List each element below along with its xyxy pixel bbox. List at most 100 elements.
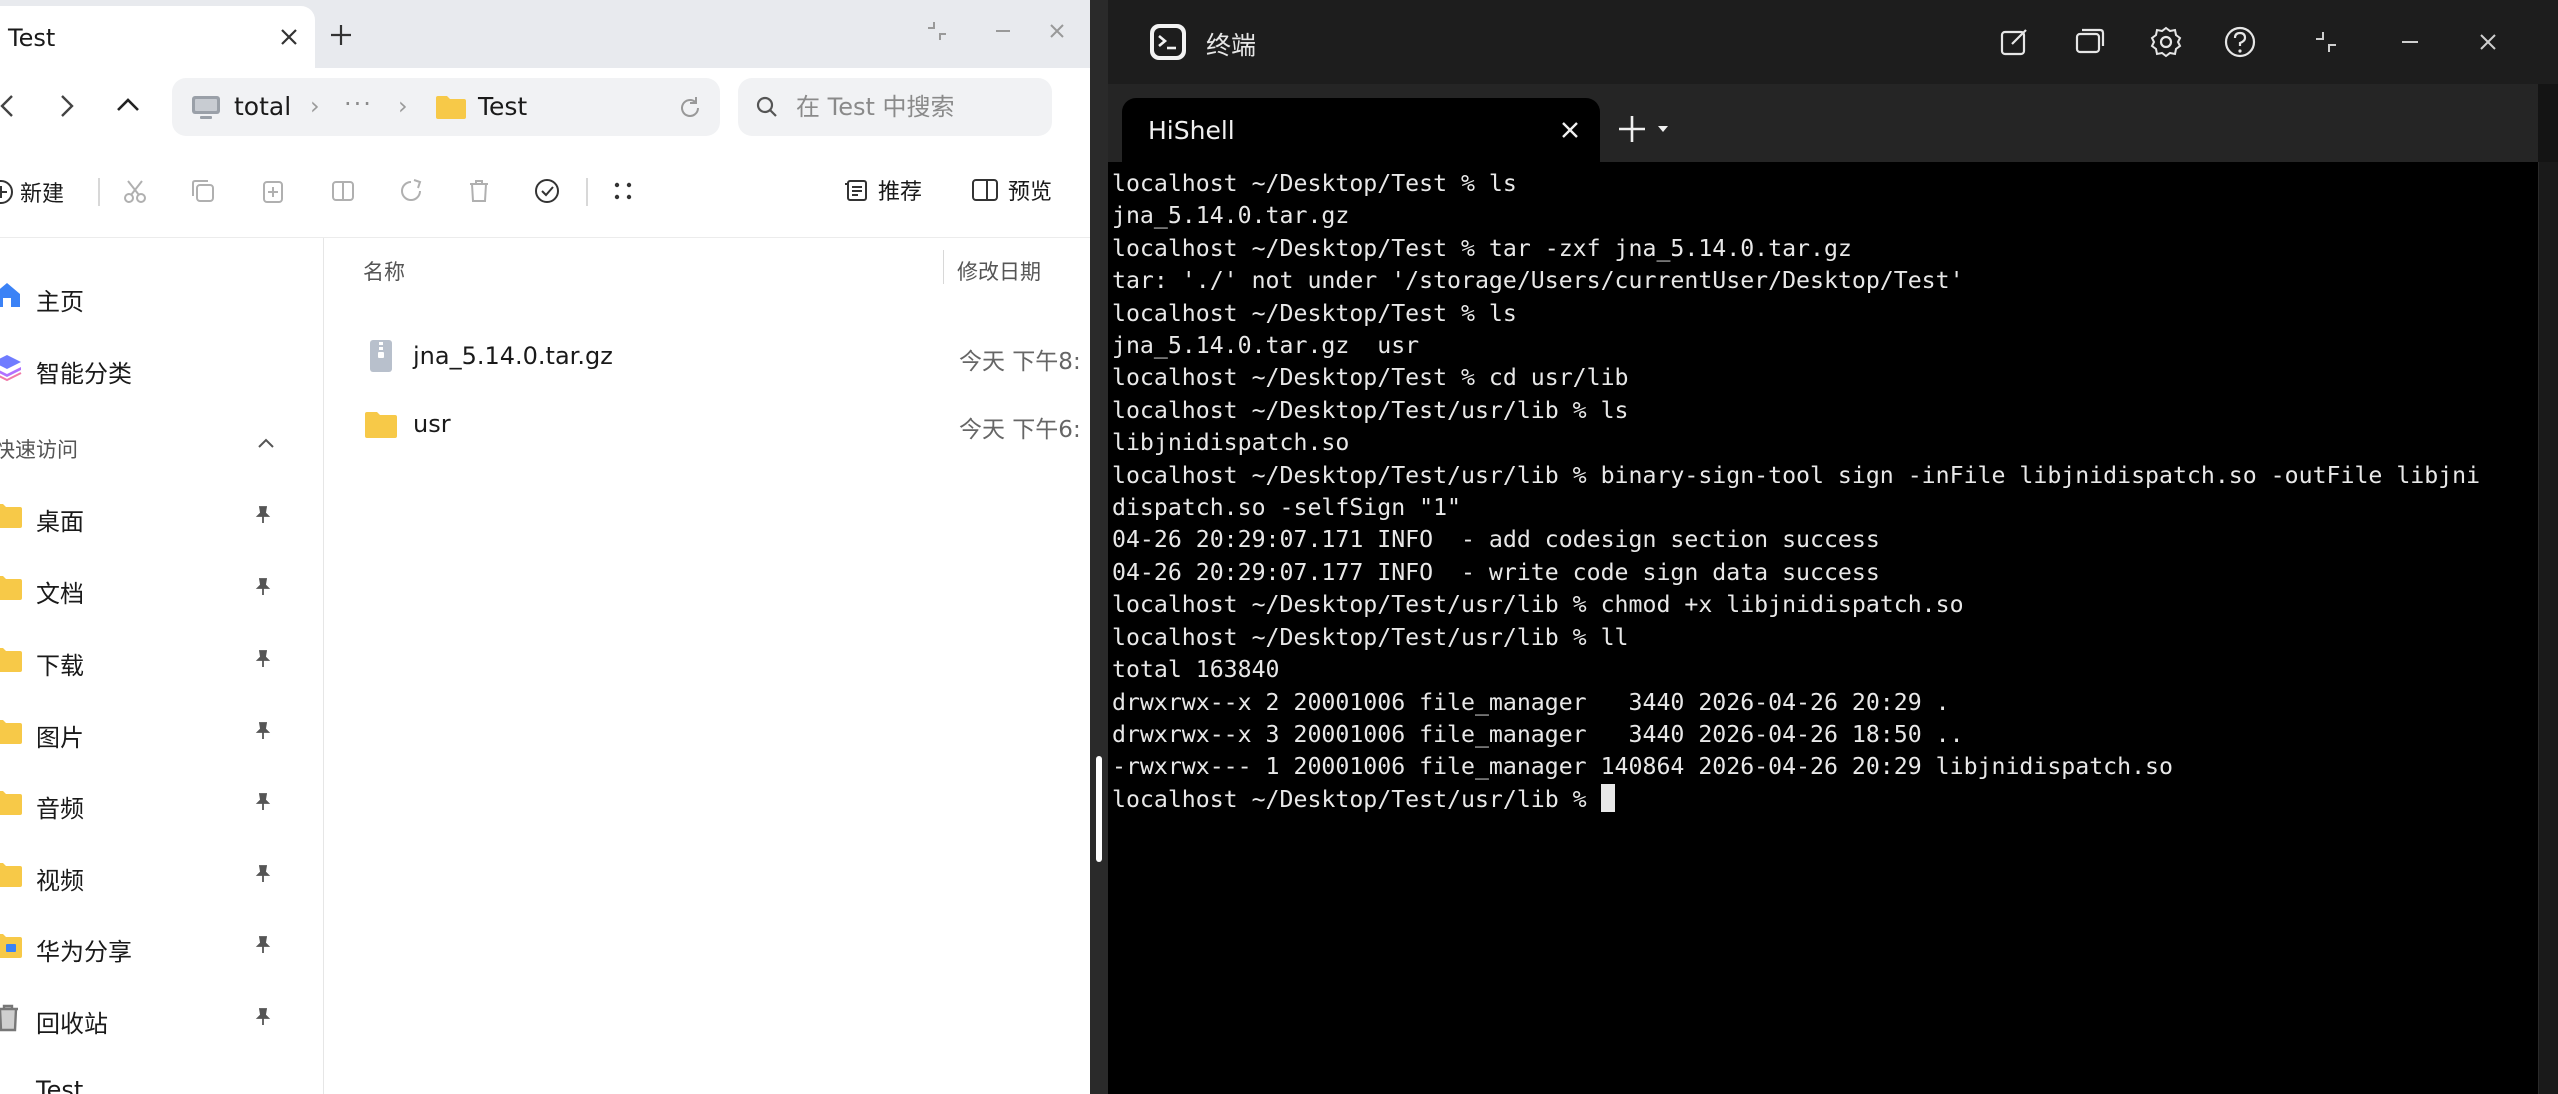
sidebar-label: Test [36,1076,84,1094]
terminal-text: localhost ~/Desktop/Test % ls jna_5.14.0.… [1112,168,2532,816]
file-row[interactable]: usr 今天 下午6: [325,392,1090,454]
close-icon[interactable] [1556,116,1584,144]
search-box[interactable] [738,78,1052,136]
terminal-line: localhost ~/Desktop/Test/usr/lib % ll [1112,623,1629,651]
breadcrumb-current[interactable]: Test [478,92,527,121]
terminal-line: dispatch.so -selfSign "1" [1112,494,1462,522]
copy-icon[interactable] [188,176,218,206]
pin-icon[interactable] [252,863,274,885]
breadcrumb-ellipsis[interactable]: ··· [344,90,373,118]
terminal-titlebar: 终端 [1108,0,2558,84]
split-drag-handle[interactable] [1096,756,1102,862]
pin-icon[interactable] [252,720,274,742]
more-icon[interactable] [608,176,638,206]
terminal-prompt: localhost ~/Desktop/Test/usr/lib % [1112,785,1601,813]
sidebar-label: 音频 [36,795,84,823]
pin-icon[interactable] [252,504,274,526]
edit-icon[interactable] [1996,24,2032,60]
column-header-name[interactable]: 名称 [363,256,405,286]
sidebar-item-downloads[interactable]: 下载 [0,632,324,688]
forward-icon[interactable] [48,88,84,124]
terminal-scrollbar[interactable] [2538,162,2558,1094]
file-manager-window: Test total › ··· › Test 新建 [0,0,1090,1094]
search-input[interactable] [796,90,1036,124]
pin-icon[interactable] [252,934,274,956]
file-row[interactable]: jna_5.14.0.tar.gz 今天 下午8: [325,324,1090,386]
quick-access-heading: 快速访问 [0,438,78,462]
restore-icon[interactable] [2308,24,2344,60]
layers-icon [0,355,22,382]
address-bar[interactable]: total › ··· › Test [172,78,720,136]
sidebar-item-pictures[interactable]: 图片 [0,704,324,760]
restore-icon[interactable] [922,16,952,46]
new-button[interactable]: 新建 [0,174,64,210]
folder-icon [0,720,22,744]
help-icon[interactable] [2222,24,2258,60]
toolbar: 新建 推荐 预览 [0,144,1090,238]
new-tab-icon[interactable] [326,20,356,50]
preview-label: 预览 [1008,180,1053,205]
toolbar-divider [586,178,588,206]
terminal-line: drwxrwx--x 2 20001006 file_manager 3440 … [1112,688,1950,716]
terminal-line: localhost ~/Desktop/Test % ls [1112,299,1517,327]
terminal-tab[interactable]: HiShell [1122,98,1600,162]
sidebar-item-recycle-bin[interactable]: 回收站 [0,990,324,1046]
sidebar-item-documents[interactable]: 文档 [0,560,324,616]
terminal-tab-title: HiShell [1148,116,1235,145]
column-header-date[interactable]: 修改日期 [957,256,1041,286]
chevron-up-icon[interactable] [254,432,278,456]
minimize-icon[interactable] [2392,24,2428,60]
share-icon[interactable] [396,176,426,206]
cut-icon[interactable] [120,176,150,206]
sidebar-item-home[interactable]: 主页 [0,268,324,324]
folder-icon [365,412,397,438]
navigation-bar: total › ··· › Test [0,68,1090,144]
move-icon[interactable] [328,176,358,206]
close-window-icon[interactable] [2470,24,2506,60]
pin-icon[interactable] [252,791,274,813]
terminal-title: 终端 [1206,31,1257,60]
sidebar-label: 智能分类 [36,360,132,388]
sidebar-item-smart-category[interactable]: 智能分类 [0,340,324,396]
sidebar-item-test[interactable]: Test [0,1062,324,1094]
terminal-line: localhost ~/Desktop/Test/usr/lib % ls [1112,396,1629,424]
select-icon[interactable] [532,176,562,206]
sidebar-item-huawei-share[interactable]: 华为分享 [0,918,324,974]
terminal-output[interactable]: localhost ~/Desktop/Test % ls jna_5.14.0.… [1108,162,2538,1094]
file-name: usr [413,410,451,438]
delete-icon[interactable] [464,176,494,206]
sidebar-item-desktop[interactable]: 桌面 [0,488,324,544]
new-terminal-tab-icon[interactable] [1618,112,1678,146]
folder-icon [0,504,22,528]
folder-icon [436,96,466,119]
sidebar-label: 华为分享 [36,938,132,966]
close-icon[interactable] [274,22,304,52]
preview-icon [972,179,998,201]
sidebar-item-video[interactable]: 视频 [0,847,324,903]
gear-icon[interactable] [2148,24,2184,60]
file-manager-tabbar: Test [0,0,1090,68]
minimize-icon[interactable] [988,16,1018,46]
pin-icon[interactable] [252,1006,274,1028]
up-icon[interactable] [110,88,146,124]
terminal-line: 04-26 20:29:07.177 INFO - write code sig… [1112,558,1880,586]
windows-icon[interactable] [2072,24,2108,60]
file-list: 名称 修改日期 jna_5.14.0.tar.gz 今天 下午8: usr 今天… [325,238,1090,1094]
pin-icon[interactable] [252,648,274,670]
file-manager-tab[interactable]: Test [0,6,315,68]
breadcrumb-total[interactable]: total [234,92,291,121]
back-icon[interactable] [0,88,26,124]
sidebar-label: 主页 [36,288,84,316]
column-divider[interactable] [943,250,944,284]
preview-button[interactable]: 预览 [970,174,1052,206]
paste-icon[interactable] [258,176,288,206]
sidebar-item-audio[interactable]: 音频 [0,775,324,831]
terminal-window: 终端 HiShell localhost ~/Desktop/Test % ls… [1108,0,2558,1094]
refresh-icon[interactable] [676,94,704,122]
plus-circle-icon [0,180,13,204]
close-window-icon[interactable] [1042,16,1072,46]
recommend-button[interactable]: 推荐 [842,174,922,206]
folder-icon [0,863,22,887]
pin-icon[interactable] [252,576,274,598]
home-icon [0,283,20,307]
